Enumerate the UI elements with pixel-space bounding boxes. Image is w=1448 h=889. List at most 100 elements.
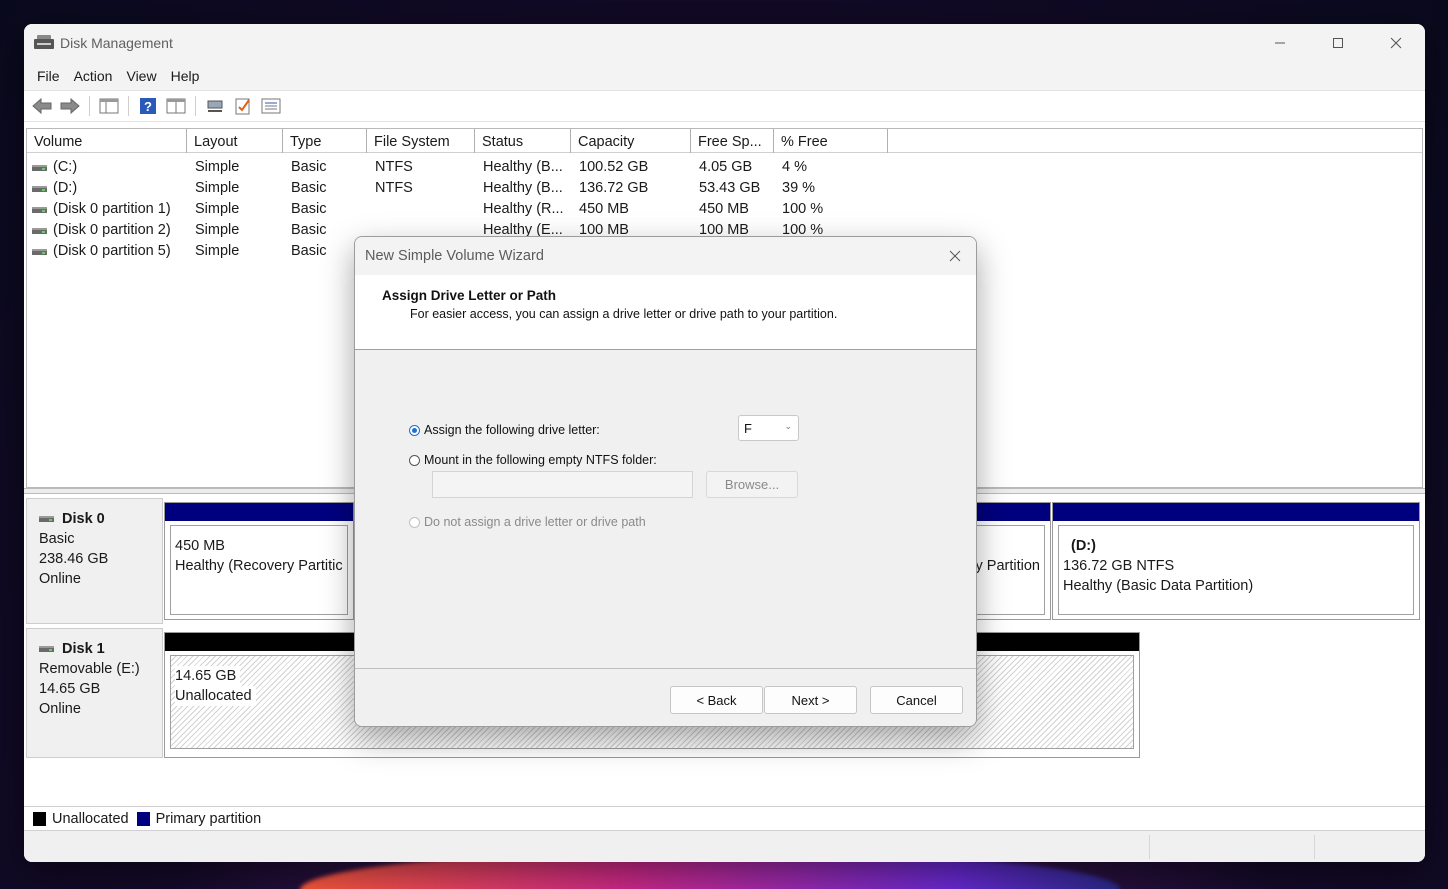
column-header-free-space[interactable]: Free Sp...: [691, 129, 774, 153]
disk-icon: [39, 516, 54, 522]
folder-path-input[interactable]: [432, 471, 693, 498]
menu-help[interactable]: Help: [164, 68, 207, 84]
back-button[interactable]: [30, 95, 54, 117]
cell: Simple: [195, 159, 240, 175]
disk1-name: Disk 1: [62, 641, 105, 657]
list-view-button[interactable]: [259, 95, 283, 117]
cell: Healthy (B...: [483, 159, 563, 175]
cell: 450 MB: [579, 201, 629, 217]
cell: Basic: [291, 159, 327, 175]
help-button[interactable]: ?: [136, 95, 160, 117]
disk0-name: Disk 0: [62, 511, 105, 527]
connect-button[interactable]: [203, 95, 227, 117]
partition-status: Unallocated: [175, 686, 256, 706]
menu-action[interactable]: Action: [67, 68, 120, 84]
cell: NTFS: [375, 180, 413, 196]
primary-partition-bar: [1053, 503, 1419, 521]
volume-icon: [32, 206, 47, 213]
mount-folder-radio[interactable]: [409, 454, 420, 466]
maximize-button[interactable]: [1309, 24, 1367, 62]
cell: [367, 199, 475, 220]
check-icon: [235, 98, 250, 115]
volume-icon: [32, 248, 47, 255]
disk0-partition1[interactable]: 450 MB Healthy (Recovery Partitic: [164, 502, 354, 620]
disk0-status: Online: [39, 571, 81, 587]
cell: Simple: [195, 201, 240, 217]
table-row[interactable]: (Disk 0 partition 1) Simple Basic Healthy (…: [27, 199, 888, 220]
new-simple-volume-wizard: New Simple Volume Wizard Assign Drive Le…: [354, 236, 977, 727]
drive-letter-value: F: [744, 421, 752, 436]
assign-letter-radio[interactable]: [409, 424, 420, 436]
properties-button[interactable]: [164, 95, 188, 117]
check-button[interactable]: [231, 95, 255, 117]
disk1-label[interactable]: Disk 1 Removable (E:) 14.65 GB Online: [26, 628, 163, 758]
cell: Basic: [291, 180, 327, 196]
cell: 450 MB: [699, 201, 749, 217]
column-header-layout[interactable]: Layout: [187, 129, 283, 153]
next-button[interactable]: Next >: [764, 686, 857, 714]
mount-folder-option[interactable]: Mount in the following empty NTFS folder…: [409, 453, 657, 467]
status-bar: [24, 830, 1425, 862]
cell: Simple: [195, 222, 240, 238]
unallocated-swatch: [33, 811, 46, 826]
disk0-partition-mid[interactable]: y Partition: [964, 502, 1051, 620]
dialog-close-button[interactable]: [944, 245, 966, 267]
disk0-size: 238.46 GB: [39, 551, 109, 567]
dialog-title-bar: New Simple Volume Wizard: [355, 237, 976, 275]
legend-primary: Primary partition: [155, 810, 262, 827]
disk1-type: Removable (E:): [39, 661, 140, 677]
minimize-button[interactable]: [1251, 24, 1309, 62]
menu-bar: File Action View Help: [24, 62, 1425, 90]
window-title: Disk Management: [60, 35, 173, 51]
console-tree-button[interactable]: [97, 95, 121, 117]
cell: Healthy (R...: [483, 201, 564, 217]
close-button[interactable]: [1367, 24, 1425, 62]
cell-volume: (D:): [53, 180, 78, 196]
legend-unallocated: Unallocated: [52, 810, 129, 827]
column-header-capacity[interactable]: Capacity: [571, 129, 691, 153]
column-header-type[interactable]: Type: [283, 129, 367, 153]
column-header-volume[interactable]: Volume: [27, 129, 187, 153]
back-button[interactable]: < Back: [670, 686, 763, 714]
maximize-icon: [1333, 38, 1343, 48]
cell: 100 %: [782, 201, 824, 217]
assign-letter-option[interactable]: Assign the following drive letter:: [409, 423, 600, 437]
no-letter-label: Do not assign a drive letter or drive pa…: [424, 515, 646, 529]
forward-button[interactable]: [58, 95, 82, 117]
cell: Simple: [195, 180, 240, 196]
cell: 100.52 GB: [579, 159, 649, 175]
disk-management-icon: [34, 35, 54, 51]
disk0-partition-d[interactable]: (D:) 136.72 GB NTFS Healthy (Basic Data …: [1052, 502, 1420, 620]
menu-view[interactable]: View: [119, 68, 163, 84]
wizard-subheading: For easier access, you can assign a driv…: [410, 307, 838, 321]
drive-letter-select[interactable]: F ⌄: [738, 415, 799, 441]
disk0-label[interactable]: Disk 0 Basic 238.46 GB Online: [26, 498, 163, 624]
primary-partition-bar: [165, 503, 353, 521]
table-row[interactable]: (D:) Simple Basic NTFS Healthy (B... 136.72 G…: [27, 178, 888, 199]
no-letter-option[interactable]: Do not assign a drive letter or drive pa…: [409, 515, 646, 529]
disk1-status: Online: [39, 701, 81, 717]
title-bar: Disk Management: [24, 24, 1425, 62]
partition-size: 136.72 GB NTFS: [1063, 558, 1175, 574]
properties-icon: [166, 98, 186, 114]
volume-list-header: Volume Layout Type File System Status Ca…: [27, 129, 1422, 153]
console-tree-icon: [99, 98, 119, 114]
cell-volume: (Disk 0 partition 1): [53, 201, 171, 217]
menu-file[interactable]: File: [30, 68, 67, 84]
table-row[interactable]: (C:) Simple Basic NTFS Healthy (B... 100.52 G…: [27, 157, 888, 178]
cell: 39 %: [782, 180, 816, 196]
wizard-header: Assign Drive Letter or Path For easier a…: [355, 275, 976, 350]
cell: NTFS: [375, 159, 413, 175]
partition-name: (D:): [1071, 538, 1096, 554]
partition-size: 450 MB: [175, 538, 225, 554]
no-letter-radio[interactable]: [409, 516, 420, 528]
cancel-button[interactable]: Cancel: [870, 686, 963, 714]
browse-button[interactable]: Browse...: [706, 471, 798, 498]
connect-icon: [207, 100, 223, 112]
mount-folder-label: Mount in the following empty NTFS folder…: [424, 453, 657, 467]
column-header-file-system[interactable]: File System: [367, 129, 475, 153]
cell: Healthy (B...: [483, 180, 563, 196]
column-header-percent-free[interactable]: % Free: [774, 129, 888, 153]
legend: Unallocated Primary partition: [24, 806, 1425, 830]
column-header-status[interactable]: Status: [475, 129, 571, 153]
